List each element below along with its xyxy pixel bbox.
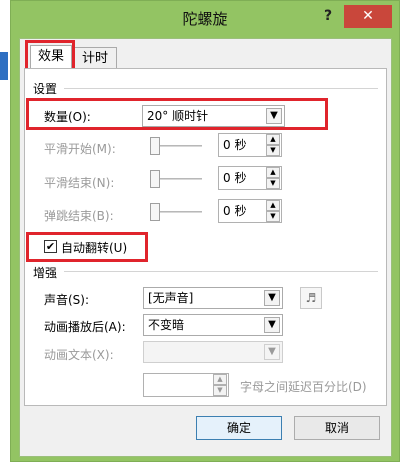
ok-button[interactable]: 确定 [196,416,282,440]
chevron-down-icon: ▼ [264,290,280,306]
smooth-start-label: 平滑开始(M): [44,142,116,156]
smooth-end-label: 平滑结束(N): [44,176,115,190]
smooth-end-slider-thumb[interactable] [150,170,160,188]
spin-down-icon[interactable]: ▼ [266,145,280,156]
sound-label: 声音(S): [44,293,90,307]
dialog-title: 陀螺旋 [182,10,228,28]
smooth-end-value: 0 秒 [223,171,247,185]
spin-up-icon[interactable]: ▲ [266,167,280,178]
animate-text-select[interactable]: ▼ [143,341,283,363]
cancel-button[interactable]: 取消 [294,416,380,440]
section-enhance-title: 增强 [33,266,58,280]
chevron-down-icon: ▼ [264,344,280,360]
smooth-start-spinner[interactable]: 0 秒 ▲ ▼ [218,133,282,157]
section-divider [64,88,378,89]
after-animation-select[interactable]: 不变暗 ▼ [143,314,283,336]
bounce-end-label: 弹跳结束(B): [44,209,114,223]
spin-down-icon[interactable]: ▼ [266,178,280,189]
delay-percent-spinner[interactable]: ▲ ▼ [143,373,229,397]
smooth-start-value: 0 秒 [223,138,247,152]
speaker-icon[interactable]: ♬ [300,287,322,309]
bounce-end-spinner[interactable]: 0 秒 ▲ ▼ [218,199,282,223]
delay-percent-label: 字母之间延迟百分比(D) [240,380,367,394]
animate-text-label: 动画文本(X): [44,348,114,362]
sound-select[interactable]: [无声音] ▼ [143,287,283,309]
section-settings-title: 设置 [33,82,58,96]
bounce-end-slider-thumb[interactable] [150,203,160,221]
after-animation-value: 不变暗 [148,318,185,332]
smooth-start-slider-thumb[interactable] [150,137,160,155]
chevron-down-icon: ▼ [264,317,280,333]
after-animation-label: 动画播放后(A): [44,320,126,334]
spin-up-icon[interactable]: ▲ [213,374,227,385]
bounce-end-value: 0 秒 [223,204,247,218]
section-divider [64,271,378,272]
spin-up-icon[interactable]: ▲ [266,134,280,145]
highlight-auto-reverse [26,232,148,262]
arrow-indicator [0,52,8,80]
close-button[interactable]: ✕ [344,5,392,28]
sound-value: [无声音] [148,291,194,305]
spin-up-icon[interactable]: ▲ [266,200,280,211]
smooth-end-spinner[interactable]: 0 秒 ▲ ▼ [218,166,282,190]
spin-down-icon[interactable]: ▼ [266,211,280,222]
spin-down-icon[interactable]: ▼ [213,385,227,396]
help-button[interactable]: ? [320,8,336,24]
highlight-amount [26,98,328,130]
